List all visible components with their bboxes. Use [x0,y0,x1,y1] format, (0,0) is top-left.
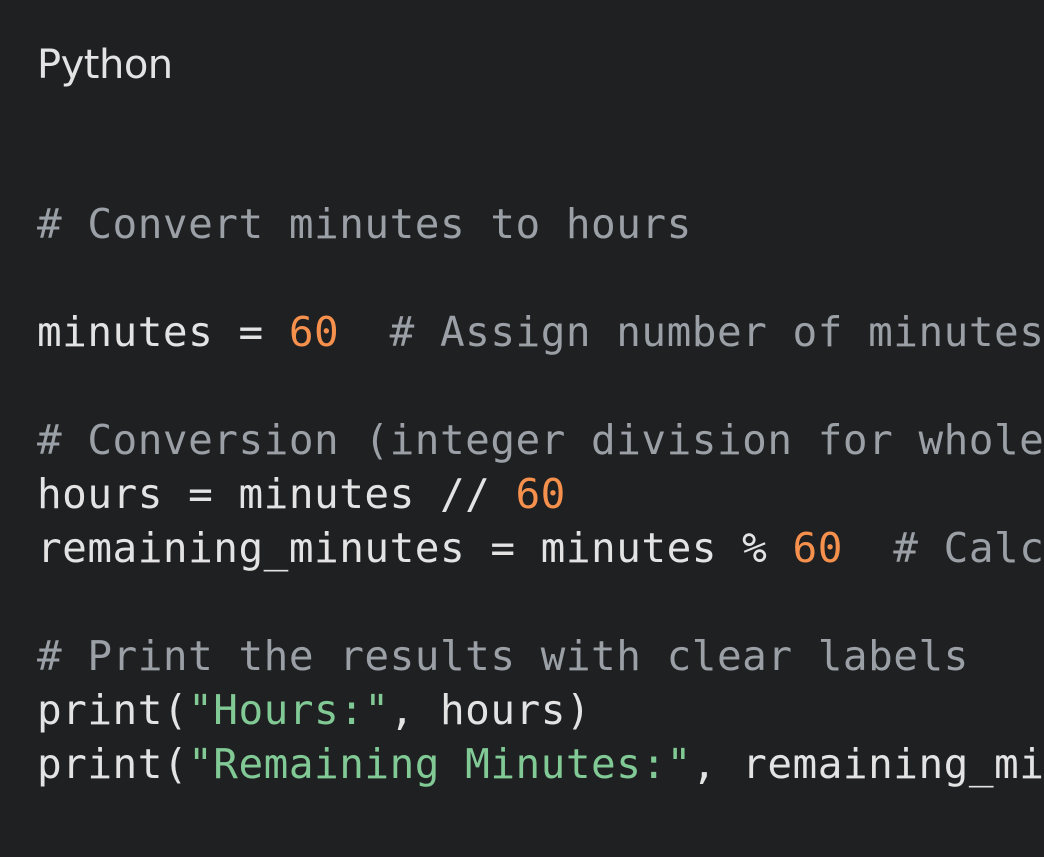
code-text: minutes = [37,308,289,356]
code-line-2: minutes = 60 # Assign number of minutes [37,305,1044,359]
code-block: Python # Convert minutes to hours minute… [0,0,1044,857]
code-line-3: # Conversion (integer division for whole [37,413,1044,467]
code-line-4: hours = minutes // 60 [37,467,566,521]
code-line-7: print("Hours:", hours) [37,683,591,737]
code-comment: # Convert minutes to hours [37,200,692,248]
code-line-1: # Convert minutes to hours [37,197,692,251]
code-comment: # Print the results with clear labels [37,632,969,680]
code-text: , hours) [389,686,592,734]
code-text: , remaining_mi [691,740,1044,788]
code-string: "Remaining Minutes:" [188,740,692,788]
code-text: print( [37,686,189,734]
code-line-8: print("Remaining Minutes:", remaining_mi [37,737,1044,791]
code-number: 60 [288,308,340,356]
code-number: 60 [792,524,843,572]
code-line-5: remaining_minutes = minutes % 60 # Calc [37,521,1044,575]
language-label: Python [37,42,173,88]
code-text: print( [37,740,189,788]
code-text: hours = minutes // [37,470,516,518]
code-string: "Hours:" [188,686,390,734]
code-comment: # Calc [842,524,1044,572]
code-text: remaining_minutes = minutes % [37,524,793,572]
code-line-6: # Print the results with clear labels [37,629,969,683]
code-comment: # Assign number of minutes [339,308,1044,356]
code-comment: # Conversion (integer division for whole [37,416,1044,464]
code-number: 60 [515,470,566,518]
